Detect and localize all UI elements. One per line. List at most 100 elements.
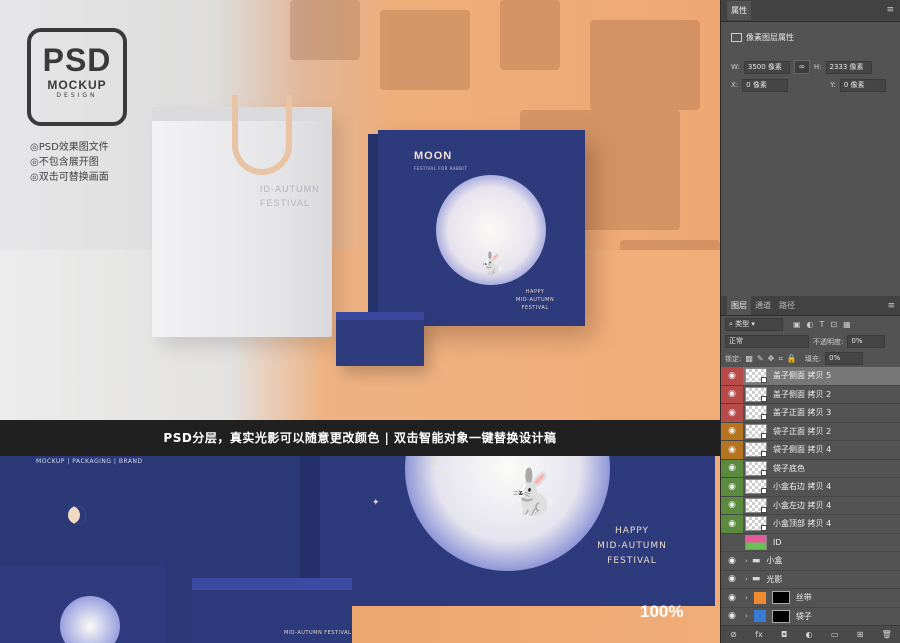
layer-thumbnail [745, 405, 767, 421]
eye-icon[interactable]: ◉ [721, 552, 743, 570]
paper-bag: ID-AUTUMN FESTIVAL [152, 95, 332, 337]
x-field[interactable]: 0 像素 [742, 78, 789, 92]
promo-banner: PSD分层，真实光影可以随意更改颜色 | 双击智能对象一键替换设计稿 [0, 420, 720, 456]
box-festival-text: HAPPY MID-AUTUMN FESTIVAL [516, 289, 555, 311]
layer-name: 袋子正面 拷贝 2 [773, 426, 832, 436]
width-field[interactable]: 3500 像素 [743, 60, 790, 74]
lock-icons[interactable]: ▩✎✥⌗🔒 [745, 354, 800, 364]
expand-caret-icon[interactable]: › [745, 557, 748, 565]
layer-row[interactable]: ◉ 小盒左边 拷贝 4 [721, 496, 900, 515]
layer-thumbnail [745, 497, 767, 513]
rabbit-icon: 🐇 [505, 467, 560, 518]
eye-icon[interactable] [721, 534, 743, 552]
adjustment-icon[interactable]: ◐ [806, 630, 813, 639]
eye-icon[interactable]: ◉ [721, 496, 743, 514]
fx-icon[interactable]: fx [755, 630, 763, 639]
eye-icon[interactable]: ◉ [721, 441, 743, 459]
mask-icon[interactable]: ◘ [781, 630, 787, 639]
layer-mask-thumbnail [771, 609, 790, 623]
tab-layers[interactable]: 图层 [727, 296, 751, 315]
hero-box: 🐇 ✦ ✿ HAPPY MID-AUTUMN FESTIVAL [320, 456, 715, 606]
eye-icon[interactable]: ◉ [721, 422, 743, 440]
layer-filter-select[interactable]: ⌕ 类型 ▾ [725, 318, 783, 331]
props-section-title: 像素图层属性 [746, 32, 794, 42]
layer-thumbnail [745, 442, 767, 458]
eye-icon[interactable]: ◉ [721, 571, 743, 589]
eye-icon[interactable]: ◉ [721, 589, 743, 607]
link-layers-icon[interactable]: ⊘ [730, 630, 737, 639]
layer-color-swatch [753, 591, 766, 604]
layer-row[interactable]: ◉ 盖子侧面 拷贝 5 [721, 367, 900, 386]
hero-festival-text: HAPPY MID-AUTUMN FESTIVAL [597, 526, 667, 566]
folder-icon: ▬ [751, 574, 761, 585]
properties-tab-bar: 属性 ≡ [721, 0, 900, 22]
layer-thumbnail [745, 534, 767, 550]
photoshop-panels: 属性 ≡ 像素图层属性 W: 3500 像素 ∞ H: 2333 像素 X: 0… [720, 0, 900, 643]
layer-row[interactable]: ◉ 盖子正面 拷贝 3 [721, 404, 900, 423]
filter-icons[interactable]: ▣◐T⊡▦ [793, 320, 857, 329]
eye-icon[interactable]: ◉ [721, 367, 743, 385]
layer-thumbnail [745, 460, 767, 476]
box-moon-sub: FESTIVAL FOR RABBIT [414, 166, 468, 171]
layer-name: 小盒 [766, 556, 783, 566]
eye-icon[interactable]: ◉ [721, 515, 743, 533]
new-group-icon[interactable]: ▭ [831, 630, 839, 639]
layer-row[interactable]: ID [721, 534, 900, 552]
tab-channels[interactable]: 通道 [751, 296, 775, 315]
trash-icon[interactable]: 🗑 [882, 630, 892, 639]
crescent-moon-icon [68, 506, 86, 524]
expand-caret-icon[interactable]: › [745, 594, 748, 602]
eye-icon[interactable]: ◉ [721, 459, 743, 477]
layers-panel: 图层 通道 路径 ≡ ⌕ 类型 ▾ ▣◐T⊡▦ 正常 不透明度: 0% 锁定: … [721, 296, 900, 626]
opacity-field[interactable]: 0% [847, 335, 886, 348]
layer-row[interactable]: ◉ 袋子侧面 拷贝 4 [721, 441, 900, 460]
layer-thumbnail [745, 423, 767, 439]
new-layer-icon[interactable]: ⊞ [857, 630, 864, 639]
gift-box: MOON FESTIVAL FOR RABBIT 🐇 HAPPY MID-AUT… [368, 130, 585, 326]
psd-mockup-logo: PSD MOCKUP DESIGN [27, 28, 127, 126]
layers-toolbar: ⊘ fx ◘ ◐ ▭ ⊞ 🗑 [721, 625, 900, 643]
layer-thumbnail [745, 386, 767, 402]
link-icon[interactable]: ∞ [793, 60, 810, 74]
blend-mode-select[interactable]: 正常 [725, 335, 809, 348]
layer-name: 光影 [766, 574, 783, 584]
panel-menu-icon[interactable]: ≡ [886, 5, 894, 15]
eye-icon[interactable]: ◉ [721, 404, 743, 422]
tab-properties[interactable]: 属性 [727, 1, 751, 20]
feature-item: ◎双击可替换画面 [30, 172, 109, 183]
layer-row[interactable]: ◉ › 丝带 [721, 589, 900, 608]
star-icon: ✦ [372, 498, 380, 508]
eye-icon[interactable]: ◉ [721, 385, 743, 403]
feature-item: ◎PSD效果图文件 [30, 142, 109, 153]
layer-row[interactable]: ◉ 袋子底色 [721, 459, 900, 478]
folder-icon: ▬ [751, 555, 761, 566]
layer-row[interactable]: ◉ 小盒顶部 拷贝 4 [721, 515, 900, 534]
height-field[interactable]: 2333 像素 [825, 60, 872, 74]
expand-caret-icon[interactable]: › [745, 612, 748, 620]
layer-thumbnail [745, 516, 767, 532]
layer-name: 盖子侧面 拷贝 2 [773, 389, 832, 399]
layer-name: 袋子底色 [773, 463, 805, 473]
layer-row[interactable]: ◉ 小盒右边 拷贝 4 [721, 478, 900, 497]
box-nav-text: MOCKUP | PACKAGING | BRAND [36, 458, 143, 465]
tab-paths[interactable]: 路径 [775, 296, 799, 315]
layer-name: 小盒顶部 拷贝 4 [773, 519, 832, 529]
panel-menu-icon[interactable]: ≡ [887, 301, 895, 311]
layer-name: ID [773, 537, 782, 547]
layer-row[interactable]: ◉ 盖子侧面 拷贝 2 [721, 385, 900, 404]
eye-icon[interactable]: ◉ [721, 478, 743, 496]
expand-caret-icon[interactable]: › [745, 575, 748, 583]
top-scene: PSD MOCKUP DESIGN ◎PSD效果图文件 ◎不包含展开图 ◎双击可… [0, 0, 720, 420]
layer-row[interactable]: ◉ › 袋子 [721, 608, 900, 626]
layer-thumbnail [745, 368, 767, 384]
small-box-right: MID-AUTUMN FESTIVAL [192, 578, 352, 643]
y-field[interactable]: 0 像素 [839, 78, 886, 92]
layer-list: ◉ 盖子侧面 拷贝 5 ◉ 盖子侧面 拷贝 2 ◉ 盖子正面 拷贝 3 ◉ 袋子正面 拷贝 2… [721, 367, 900, 626]
star-icon: ✿ [430, 458, 438, 468]
eye-icon[interactable]: ◉ [721, 608, 743, 626]
fill-field[interactable]: 0% [825, 352, 864, 365]
layer-row[interactable]: ◉ › ▬ 小盒 [721, 552, 900, 571]
layer-row[interactable]: ◉ 袋子正面 拷贝 2 [721, 422, 900, 441]
layer-row[interactable]: ◉ › ▬ 光影 [721, 571, 900, 589]
layer-name: 盖子正面 拷贝 3 [773, 408, 832, 418]
